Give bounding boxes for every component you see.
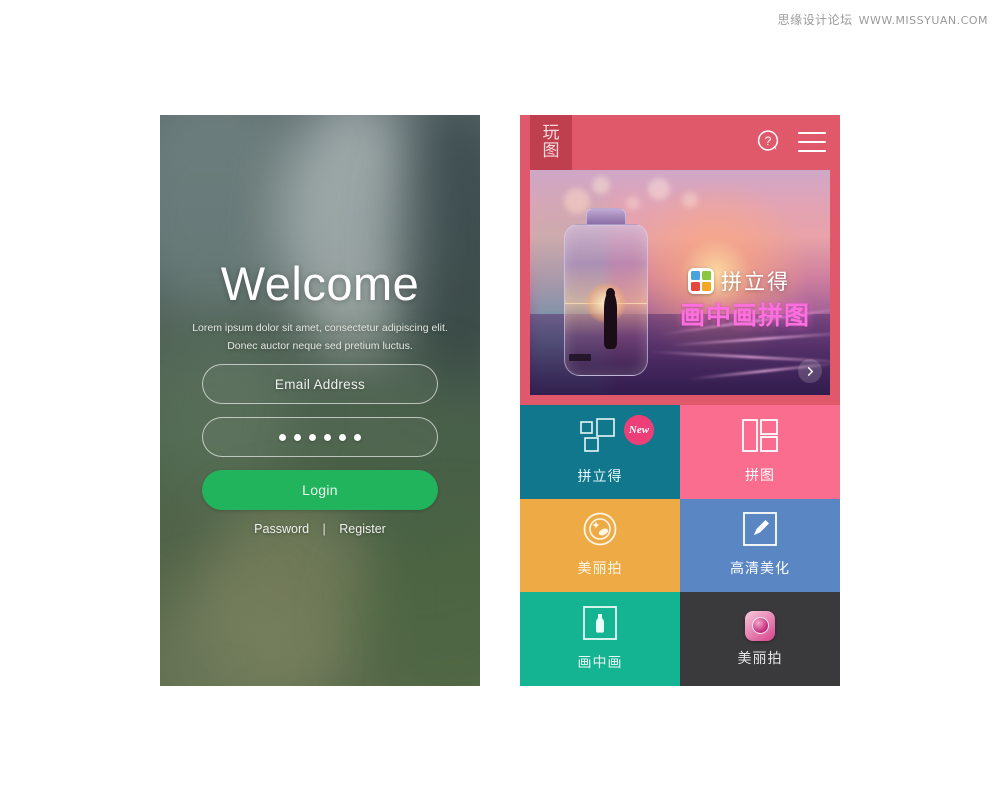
meilipai-app-icon bbox=[745, 610, 775, 641]
pinlide-app-icon bbox=[688, 268, 714, 294]
banner-brand-name: 拼立得 bbox=[721, 270, 790, 294]
pencil-edit-icon bbox=[743, 512, 777, 551]
tile-label: 拼图 bbox=[745, 467, 775, 484]
page-title: Welcome bbox=[220, 257, 420, 310]
tile-meilipai-camera[interactable]: 美丽拍 bbox=[520, 498, 680, 593]
help-question-bubble-icon[interactable]: ? bbox=[756, 129, 782, 155]
email-field-placeholder: Email Address bbox=[274, 376, 366, 392]
tile-pinlide[interactable]: 拼立得 New bbox=[520, 405, 680, 499]
tile-hd-beautify[interactable]: 高清美化 bbox=[680, 498, 840, 593]
app-logo-char-1: 玩 bbox=[542, 123, 560, 144]
watermark-url: WWW.MISSYUAN.COM bbox=[858, 14, 988, 27]
subtitle: Lorem ipsum dolor sit amet, consectetur … bbox=[180, 319, 460, 356]
hamburger-menu-icon[interactable] bbox=[798, 132, 826, 152]
password-masked-dots bbox=[279, 433, 361, 441]
camera-lens-sparkle-icon bbox=[583, 512, 617, 551]
tile-puzzle[interactable]: 拼图 bbox=[680, 405, 840, 499]
banner-brand: 拼立得 bbox=[688, 266, 790, 296]
subtitle-line-1: Lorem ipsum dolor sit amet, consectetur … bbox=[192, 322, 448, 334]
tile-label: 拼立得 bbox=[577, 468, 623, 485]
bottle-frame-icon bbox=[583, 606, 617, 645]
login-screen: Welcome Lorem ipsum dolor sit amet, cons… bbox=[160, 115, 480, 686]
puzzle-layout-icon bbox=[742, 418, 778, 458]
promo-banner[interactable]: 拼立得 画中画拼图 bbox=[530, 170, 830, 395]
bottle-image bbox=[564, 208, 648, 376]
email-field[interactable]: Email Address bbox=[202, 364, 438, 404]
new-badge: New bbox=[624, 415, 654, 445]
chevron-right-icon[interactable] bbox=[798, 359, 822, 383]
tile-label: 画中画 bbox=[577, 655, 623, 672]
app-logo[interactable]: 玩 图 bbox=[530, 115, 572, 170]
watermark: 思缘设计论坛 WWW.MISSYUAN.COM bbox=[778, 11, 988, 28]
login-button[interactable]: Login bbox=[202, 470, 438, 510]
login-footer-links: Password | Register bbox=[160, 522, 480, 536]
app-home-screen: 玩 图 ? 拼立得 画中画拼图 拼立得 New 拼图 美丽拍 高清美化 画中画 … bbox=[520, 115, 840, 686]
tile-label: 高清美化 bbox=[730, 561, 790, 578]
app-logo-char-2: 图 bbox=[542, 140, 560, 161]
header-actions: ? bbox=[756, 129, 826, 155]
password-link[interactable]: Password bbox=[254, 522, 309, 536]
register-link[interactable]: Register bbox=[339, 522, 386, 536]
links-separator: | bbox=[322, 522, 326, 536]
tile-label: 美丽拍 bbox=[577, 561, 623, 578]
tile-label: 美丽拍 bbox=[737, 650, 783, 667]
app-header: 玩 图 ? bbox=[520, 115, 840, 170]
svg-text:?: ? bbox=[765, 134, 772, 148]
tile-meilipai-app[interactable]: 美丽拍 bbox=[680, 592, 840, 686]
banner-title: 画中画拼图 bbox=[680, 301, 811, 330]
feature-tile-grid: 拼立得 New 拼图 美丽拍 高清美化 画中画 美丽拍 bbox=[520, 405, 840, 686]
tile-picture-in-picture[interactable]: 画中画 bbox=[520, 592, 680, 686]
password-field[interactable] bbox=[202, 417, 438, 457]
watermark-site-name: 思缘设计论坛 bbox=[777, 13, 853, 27]
subtitle-line-2: Donec auctor neque sed pretium luctus. bbox=[227, 340, 413, 353]
collage-squares-icon bbox=[580, 418, 620, 459]
